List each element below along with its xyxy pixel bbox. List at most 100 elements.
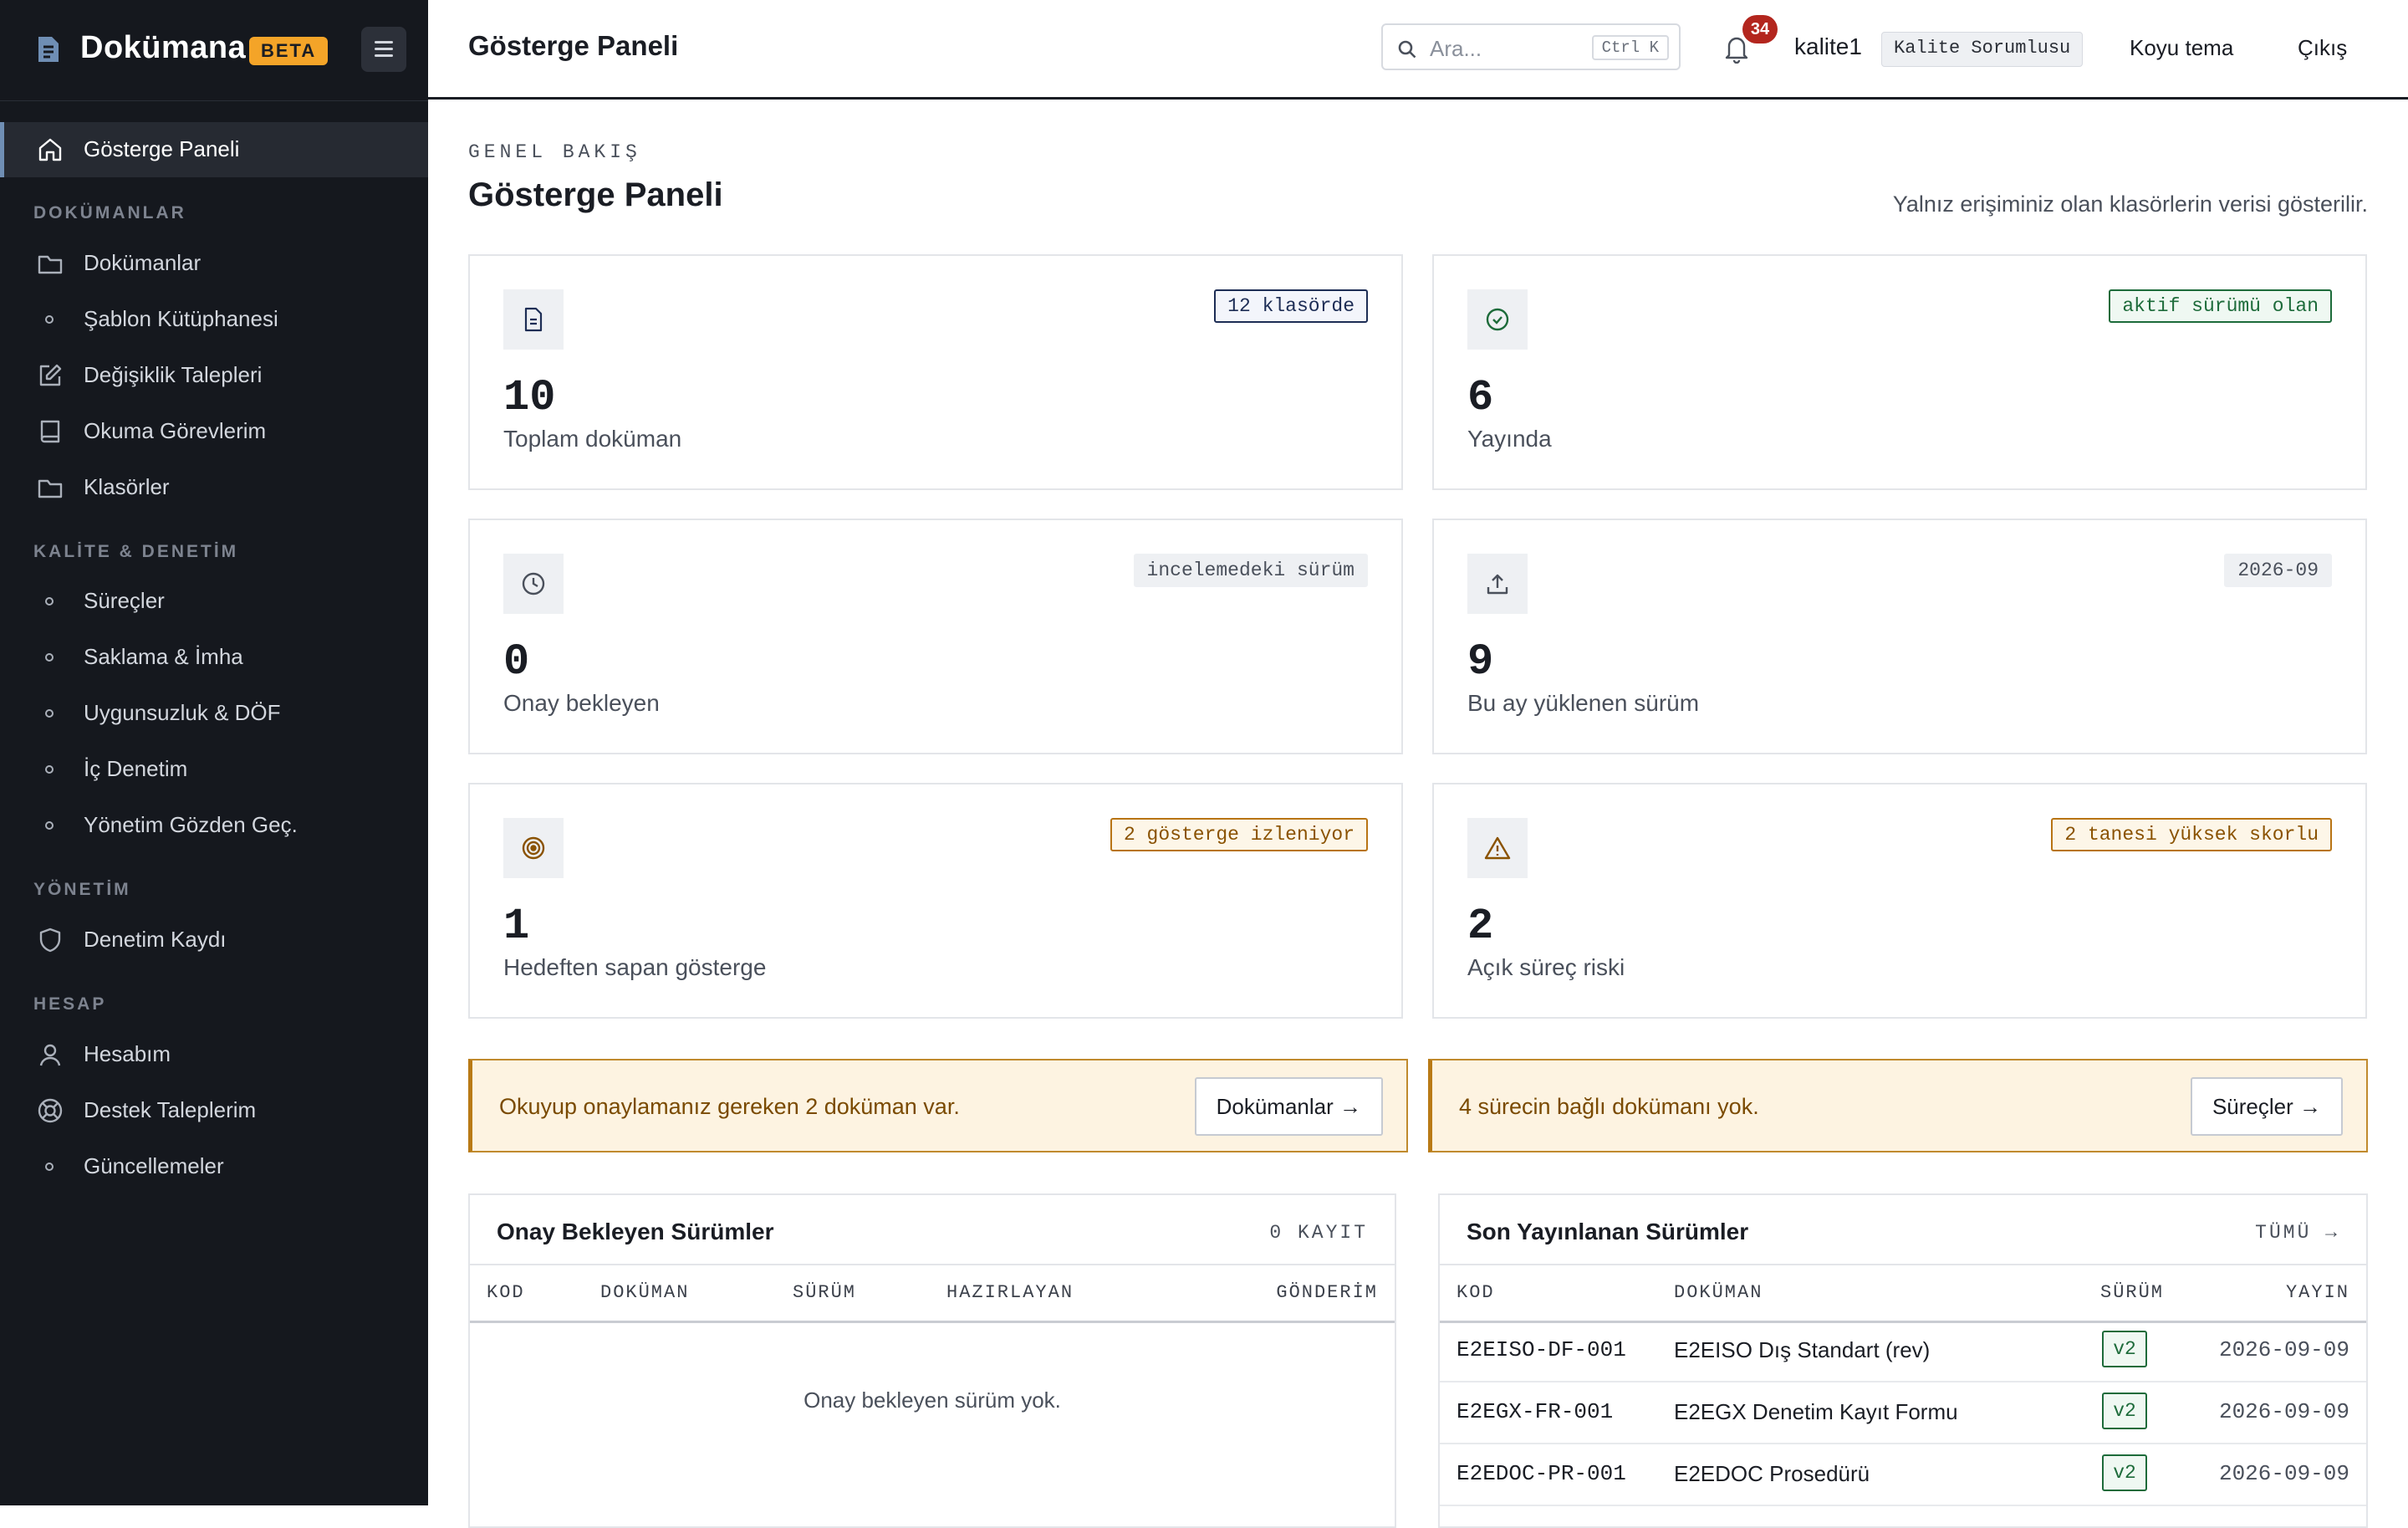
table-row[interactable]: E2EGX-FR-001 E2EGX Denetim Kayıt Formu v… (1440, 1381, 2366, 1444)
dot-icon (45, 653, 54, 662)
column-header[interactable]: DOKÜMAN (600, 1282, 689, 1303)
target-icon (522, 836, 545, 860)
card-value: 0 (503, 637, 530, 687)
sidebar-section-documents: DOKÜMANLAR (33, 203, 186, 222)
table-header: KOD DOKÜMAN SÜRÜM YAYIN (1440, 1264, 2366, 1323)
dot-icon (45, 1163, 54, 1171)
document-icon (524, 307, 543, 332)
column-header[interactable]: HAZIRLAYAN (946, 1282, 1074, 1303)
beta-badge: BETA (249, 37, 329, 65)
logout-button[interactable]: Çıkış (2298, 35, 2347, 61)
table-row[interactable]: E2EISO-DF-001 E2EISO Dış Standart (rev) … (1440, 1319, 2366, 1382)
doc-code: E2EGX-FR-001 (1457, 1399, 1614, 1424)
main-content: GENEL BAKIŞ Gösterge Paneli Yalnız erişi… (428, 100, 2408, 1528)
dot-icon (45, 597, 54, 606)
column-header[interactable]: SÜRÜM (2100, 1282, 2164, 1303)
sidebar-item-processes[interactable]: Süreçler (0, 574, 428, 629)
sidebar-item-change-requests[interactable]: Değişiklik Talepleri (0, 348, 428, 403)
record-count: 0 KAYIT (1269, 1222, 1368, 1244)
sidebar-item-label: Gösterge Paneli (84, 136, 240, 161)
sidebar: Dokümana BETA Gösterge Paneli DOKÜMANLAR… (0, 0, 428, 1505)
sidebar-item-updates[interactable]: Güncellemeler (0, 1139, 428, 1194)
card-label: Açık süreç riski (1467, 954, 1625, 980)
doc-name[interactable]: E2EDOC Prosedürü (1674, 1461, 1870, 1487)
sidebar-item-audit-log[interactable]: Denetim Kaydı (0, 912, 428, 968)
brand-name[interactable]: Dokümana (80, 30, 246, 66)
sidebar-item-label: Destek Taleplerim (84, 1097, 257, 1122)
column-header[interactable]: GÖNDERİM (1276, 1282, 1378, 1303)
doc-name[interactable]: E2EGX Denetim Kayıt Formu (1674, 1399, 1958, 1425)
sidebar-item-label: Klasörler (84, 474, 170, 499)
version-badge: v2 (2102, 1393, 2147, 1429)
documents-link-button[interactable]: Dokümanlar → (1194, 1077, 1383, 1136)
column-header[interactable]: YAYIN (2286, 1282, 2349, 1303)
alert-reading-tasks: Okuyup onaylamanız gereken 2 doküman var… (468, 1059, 1408, 1152)
home-icon (38, 138, 62, 161)
check-circle-icon (1486, 308, 1509, 331)
card-label: Bu ay yüklenen sürüm (1467, 690, 1700, 716)
lifebuoy-icon (38, 1098, 63, 1123)
sidebar-item-folders[interactable]: Klasörler (0, 460, 428, 515)
dot-icon (45, 765, 54, 774)
version-badge: v2 (2102, 1331, 2147, 1367)
stat-card-published[interactable]: aktif sürümü olan 6 Yayında (1432, 254, 2367, 490)
sidebar-item-templates[interactable]: Şablon Kütüphanesi (0, 292, 428, 347)
sidebar-item-label: Okuma Görevlerim (84, 418, 267, 443)
sidebar-item-dashboard[interactable]: Gösterge Paneli (0, 122, 428, 177)
stat-card-uploaded[interactable]: 2026-09 9 Bu ay yüklenen sürüm (1432, 519, 2367, 754)
sidebar-item-internal-audit[interactable]: İç Denetim (0, 742, 428, 797)
card-icon-box (1467, 818, 1528, 878)
card-tag: 12 klasörde (1214, 289, 1368, 323)
version-badge: v2 (2102, 1454, 2147, 1491)
sidebar-item-my-account[interactable]: Hesabım (0, 1027, 428, 1082)
topbar-title: Gösterge Paneli (468, 30, 679, 61)
card-label: Hedeften sapan gösterge (503, 954, 767, 980)
sidebar-item-documents[interactable]: Dokümanlar (0, 236, 428, 291)
column-header[interactable]: KOD (487, 1282, 525, 1303)
table-header: KOD DOKÜMAN SÜRÜM HAZIRLAYAN GÖNDERİM (470, 1264, 1395, 1323)
card-icon-box (1467, 289, 1528, 350)
card-icon-box (1467, 554, 1528, 614)
alert-text: 4 sürecin bağlı dokümanı yok. (1459, 1094, 1759, 1119)
card-tag: 2 gösterge izleniyor (1110, 818, 1368, 851)
column-header[interactable]: SÜRÜM (793, 1282, 856, 1303)
column-header[interactable]: KOD (1457, 1282, 1495, 1303)
search-input[interactable]: Ara... Ctrl K (1381, 23, 1681, 70)
stat-card-total-docs[interactable]: 12 klasörde 10 Toplam doküman (468, 254, 1403, 490)
shield-icon (39, 928, 61, 953)
card-icon-box (503, 289, 564, 350)
sidebar-item-label: Değişiklik Talepleri (84, 362, 263, 387)
publish-date: 2026-09-09 (2218, 1337, 2349, 1362)
column-header[interactable]: DOKÜMAN (1674, 1282, 1763, 1303)
card-icon-box (503, 818, 564, 878)
hamburger-icon (375, 48, 393, 50)
theme-toggle-button[interactable]: Koyu tema (2130, 35, 2233, 61)
processes-link-button[interactable]: Süreçler → (2190, 1077, 2343, 1136)
menu-toggle-button[interactable] (361, 27, 406, 72)
stat-card-pending[interactable]: incelemedeki sürüm 0 Onay bekleyen (468, 519, 1403, 754)
sidebar-item-retention[interactable]: Saklama & İmha (0, 630, 428, 685)
hamburger-icon (375, 54, 393, 57)
search-placeholder: Ara... (1430, 36, 1482, 61)
sidebar-item-nonconformity[interactable]: Uygunsuzluk & DÖF (0, 686, 428, 741)
sidebar-item-support[interactable]: Destek Taleplerim (0, 1083, 428, 1138)
dot-icon (45, 315, 54, 324)
pending-versions-panel: Onay Bekleyen Sürümler 0 KAYIT KOD DOKÜM… (468, 1193, 1396, 1528)
edit-icon (39, 364, 62, 386)
logo-icon (38, 37, 59, 62)
alert-processes: 4 sürecin bağlı dokümanı yok. Süreçler → (1428, 1059, 2368, 1152)
sidebar-item-reading-tasks[interactable]: Okuma Görevlerim (0, 404, 428, 459)
sidebar-item-label: İç Denetim (84, 756, 188, 781)
card-label: Onay bekleyen (503, 690, 660, 716)
stat-card-risks[interactable]: 2 tanesi yüksek skorlu 2 Açık süreç risk… (1432, 783, 2367, 1019)
sidebar-section-quality: KALİTE & DENETİM (33, 542, 239, 561)
view-all-link[interactable]: TÜMÜ → (2255, 1222, 2339, 1244)
sidebar-item-management-review[interactable]: Yönetim Gözden Geç. (0, 798, 428, 853)
sidebar-item-label: Dokümanlar (84, 250, 202, 275)
stat-card-off-target[interactable]: 2 gösterge izleniyor 1 Hedeften sapan gö… (468, 783, 1403, 1019)
user-icon (39, 1044, 61, 1066)
sidebar-item-label: Süreçler (84, 588, 165, 613)
table-row[interactable]: E2EDOC-PR-001 E2EDOC Prosedürü v2 2026-0… (1440, 1443, 2366, 1506)
doc-name[interactable]: E2EISO Dış Standart (rev) (1674, 1337, 1930, 1363)
card-value: 6 (1467, 373, 1494, 422)
